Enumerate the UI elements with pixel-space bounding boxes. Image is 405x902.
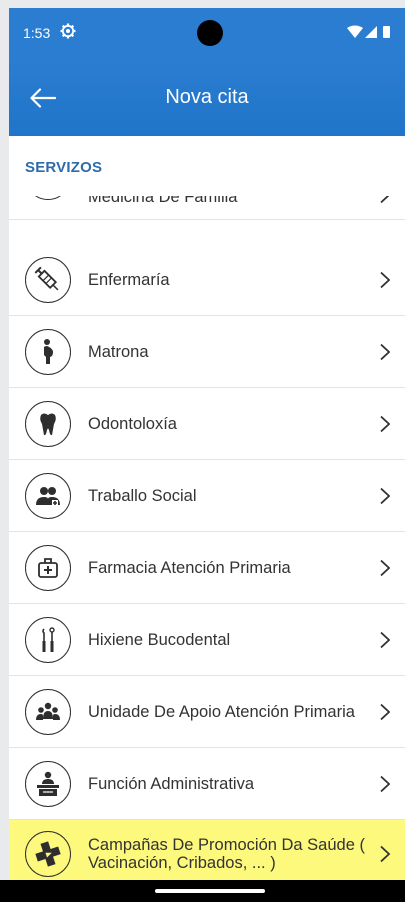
gear-icon — [60, 23, 76, 39]
battery-icon — [383, 26, 390, 38]
list-item-funcion-administrativa[interactable]: Función Administrativa — [9, 748, 405, 820]
chevron-right-icon — [380, 343, 391, 360]
chevron-right-icon — [380, 196, 390, 204]
item-label: Hixiene Bucodental — [88, 630, 231, 649]
syringe-icon — [25, 256, 71, 303]
wifi-icon — [347, 25, 363, 38]
pregnant-woman-icon — [25, 328, 71, 375]
signal-icon — [365, 26, 377, 38]
stethoscope-icon — [25, 196, 71, 200]
status-bar: 1:53 — [9, 8, 405, 60]
camera-cutout — [197, 20, 223, 46]
dental-tools-icon — [25, 616, 71, 663]
chevron-right-icon — [380, 775, 391, 792]
list-item-hixiene-bucodental[interactable]: Hixiene Bucodental — [9, 604, 405, 676]
services-list[interactable]: Medicina De Familia Enfermaría Matrona O… — [9, 196, 405, 888]
status-time: 1:53 — [23, 25, 51, 41]
chevron-right-icon — [380, 559, 391, 576]
chevron-right-icon — [380, 631, 391, 648]
item-label: Farmacia Atención Primaria — [88, 558, 291, 577]
tooth-icon — [25, 400, 71, 447]
list-item-unidade-apoio[interactable]: Unidade De Apoio Atención Primaria — [9, 676, 405, 748]
group-icon — [25, 688, 71, 735]
app-bar: Nova cita — [9, 60, 405, 136]
list-item-odontoloxia[interactable]: Odontoloxía — [9, 388, 405, 460]
list-item-traballo-social[interactable]: Traballo Social — [9, 460, 405, 532]
page-title: Nova cita — [165, 86, 249, 108]
chevron-right-icon — [380, 415, 391, 432]
status-icons — [347, 25, 390, 38]
item-label: Enfermaría — [88, 270, 170, 289]
item-label: Función Administrativa — [88, 774, 254, 793]
section-title: SERVIZOS — [25, 159, 103, 176]
chevron-right-icon — [380, 703, 391, 720]
health-cross-icon — [25, 831, 71, 877]
desk-person-icon — [25, 760, 71, 807]
item-label: Medicina De Familia — [88, 196, 238, 206]
list-item-campanas-promocion[interactable]: Campañas De Promoción Da Saúde ( Vacinac… — [9, 820, 405, 888]
section-header: SERVIZOS — [9, 136, 405, 196]
list-item-farmacia[interactable]: Farmacia Atención Primaria — [9, 532, 405, 604]
item-label: Matrona — [88, 342, 149, 361]
list-item-matrona[interactable]: Matrona — [9, 316, 405, 388]
system-nav-bar — [0, 880, 405, 902]
first-aid-kit-icon — [25, 544, 71, 591]
chevron-right-icon — [380, 845, 391, 863]
item-label: Unidade De Apoio Atención Primaria — [88, 702, 355, 721]
item-label: Odontoloxía — [88, 414, 177, 433]
app-screen: 1:53 Nova cita SERVIZOS Medicina De Fami… — [9, 8, 405, 902]
list-item-medicina-de-familia[interactable]: Medicina De Familia — [9, 196, 405, 220]
home-gesture-bar[interactable] — [155, 889, 265, 893]
chevron-right-icon — [380, 487, 391, 504]
list-item-enfermaria[interactable]: Enfermaría — [9, 244, 405, 316]
chevron-right-icon — [380, 271, 391, 288]
social-workers-icon — [25, 472, 71, 519]
item-label: Traballo Social — [88, 486, 197, 505]
item-label: Campañas De Promoción Da Saúde ( Vacinac… — [88, 836, 365, 872]
